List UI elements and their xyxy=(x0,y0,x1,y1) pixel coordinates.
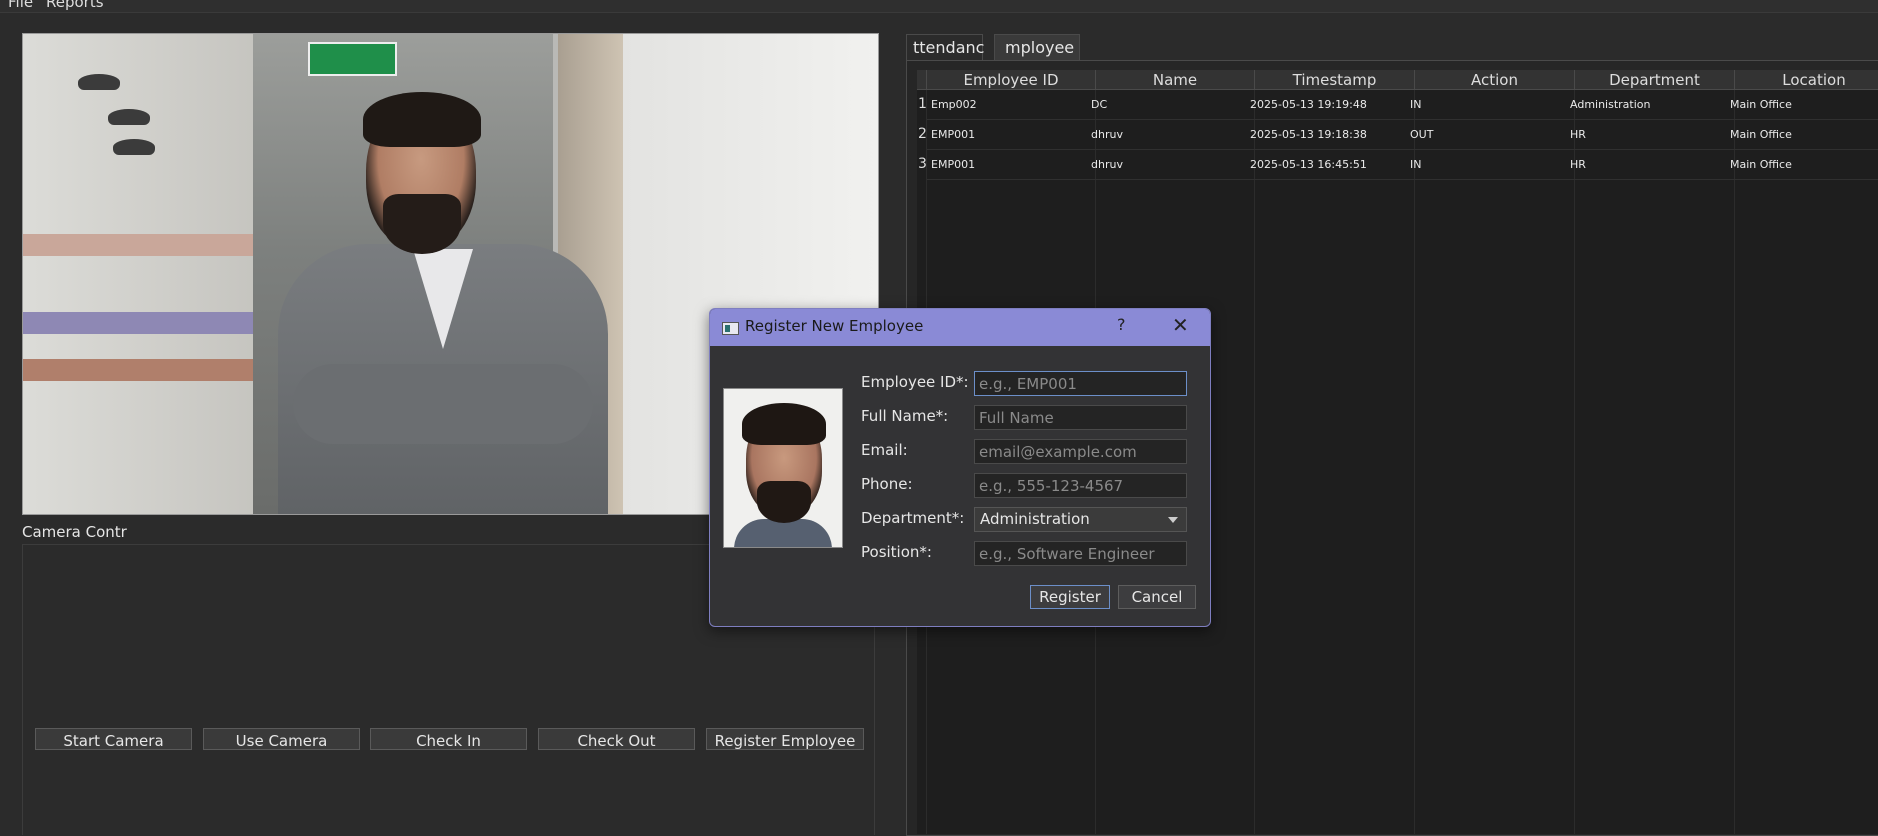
cell-timestamp: 2025-05-13 16:45:51 xyxy=(1250,158,1367,171)
column-header-name[interactable]: Name xyxy=(1096,70,1255,90)
cell-timestamp: 2025-05-13 19:19:48 xyxy=(1250,98,1367,111)
check-in-button[interactable]: Check In xyxy=(370,728,527,750)
cell-department: Administration xyxy=(1570,98,1651,111)
tab-employee[interactable]: mployee xyxy=(994,34,1080,61)
cell-employee-id: EMP001 xyxy=(931,158,976,171)
close-icon[interactable]: ✕ xyxy=(1172,313,1189,337)
app-icon xyxy=(722,322,739,335)
start-camera-button[interactable]: Start Camera xyxy=(35,728,192,750)
cell-action: OUT xyxy=(1410,128,1434,141)
column-header-timestamp[interactable]: Timestamp xyxy=(1255,70,1415,90)
row-number: 2 xyxy=(918,126,927,142)
column-header-employee-id[interactable]: Employee ID xyxy=(927,70,1096,90)
phone-label: Phone: xyxy=(861,475,913,493)
employee-id-field[interactable] xyxy=(974,371,1187,396)
dialog-titlebar[interactable]: Register New Employee ? ✕ xyxy=(710,309,1210,346)
position-label: Position*: xyxy=(861,543,932,561)
position-field[interactable] xyxy=(974,541,1187,566)
cell-department: HR xyxy=(1570,128,1586,141)
department-select[interactable]: Administration xyxy=(974,507,1187,532)
menu-bar: File Reports xyxy=(0,0,1878,13)
department-label: Department*: xyxy=(861,509,965,527)
employee-photo xyxy=(723,388,843,548)
row-number: 1 xyxy=(918,96,927,112)
camera-controls-label: Camera Contr xyxy=(22,523,127,541)
cell-timestamp: 2025-05-13 19:18:38 xyxy=(1250,128,1367,141)
check-out-button[interactable]: Check Out xyxy=(538,728,695,750)
full-name-field[interactable] xyxy=(974,405,1187,430)
employee-id-label: Employee ID*: xyxy=(861,373,969,391)
column-header-location[interactable]: Location xyxy=(1735,70,1878,90)
row-number: 3 xyxy=(918,156,927,172)
register-employee-dialog: Register New Employee ? ✕ Employee ID*: … xyxy=(709,308,1211,627)
cell-name: DC xyxy=(1091,98,1108,111)
menu-file[interactable]: File xyxy=(8,0,33,11)
help-icon[interactable]: ? xyxy=(1117,315,1126,334)
email-field[interactable] xyxy=(974,439,1187,464)
use-camera-button[interactable]: Use Camera xyxy=(203,728,360,750)
cell-location: Main Office xyxy=(1730,128,1792,141)
column-header-action[interactable]: Action xyxy=(1415,70,1575,90)
cell-employee-id: Emp002 xyxy=(931,98,977,111)
menu-reports[interactable]: Reports xyxy=(46,0,104,11)
dialog-title: Register New Employee xyxy=(745,317,924,335)
cell-action: IN xyxy=(1410,158,1422,171)
chevron-down-icon xyxy=(1168,517,1178,523)
cell-name: dhruv xyxy=(1091,158,1123,171)
cancel-button[interactable]: Cancel xyxy=(1118,585,1196,609)
department-select-value: Administration xyxy=(980,510,1090,528)
column-header-department[interactable]: Department xyxy=(1575,70,1735,90)
cell-action: IN xyxy=(1410,98,1422,111)
cell-name: dhruv xyxy=(1091,128,1123,141)
cell-employee-id: EMP001 xyxy=(931,128,976,141)
tab-attendance[interactable]: ttendanc xyxy=(906,34,984,61)
cell-department: HR xyxy=(1570,158,1586,171)
exit-sign xyxy=(308,42,397,76)
cell-location: Main Office xyxy=(1730,158,1792,171)
cell-location: Main Office xyxy=(1730,98,1792,111)
register-employee-button[interactable]: Register Employee xyxy=(706,728,864,750)
phone-field[interactable] xyxy=(974,473,1187,498)
register-button[interactable]: Register xyxy=(1030,585,1110,609)
email-label: Email: xyxy=(861,441,908,459)
full-name-label: Full Name*: xyxy=(861,407,949,425)
